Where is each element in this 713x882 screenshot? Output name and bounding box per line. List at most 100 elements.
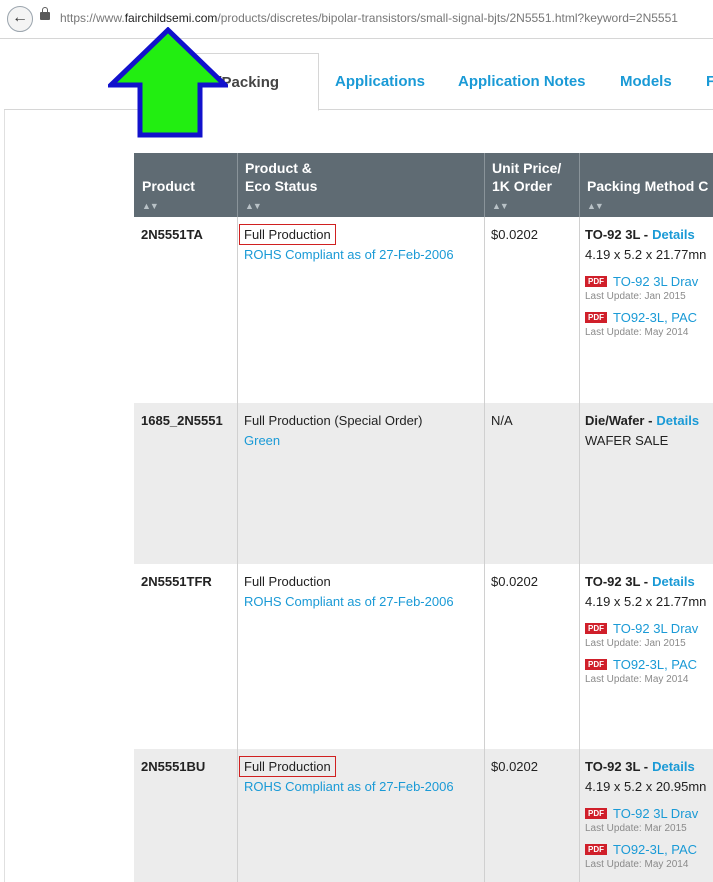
eco-status-link[interactable]: ROHS Compliant as of 27-Feb-2006 bbox=[244, 779, 454, 794]
unit-price: $0.0202 bbox=[491, 759, 538, 774]
status-text: Full Production bbox=[239, 756, 336, 777]
pdf-icon: PDF bbox=[585, 659, 607, 670]
document-item: PDF TO92-3L, PAC Last Update: May 2014 bbox=[585, 657, 697, 685]
table-row: 1685_2N5551 Full Production (Special Ord… bbox=[134, 403, 713, 564]
cell-product: 2N5551TFR bbox=[134, 564, 238, 749]
details-link[interactable]: Details bbox=[652, 227, 695, 242]
eco-status-link[interactable]: Green bbox=[244, 433, 280, 448]
package-dimensions: WAFER SALE bbox=[585, 433, 669, 448]
status-text: Full Production bbox=[239, 224, 336, 245]
cell-packing: TO-92 3L - Details 4.19 x 5.2 x 20.95mn P… bbox=[579, 749, 713, 882]
last-update: Last Update: May 2014 bbox=[585, 674, 689, 685]
up-arrow-annotation bbox=[108, 27, 228, 138]
package-label: Die/Wafer - bbox=[585, 413, 653, 428]
url-path: /products/discretes/bipolar-transistors/… bbox=[217, 11, 678, 25]
pdf-icon: PDF bbox=[585, 808, 607, 819]
last-update: Last Update: May 2014 bbox=[585, 859, 689, 870]
table-row: 2N5551BU Full Production ROHS Compliant … bbox=[134, 749, 713, 882]
package-name: Die/Wafer - Details bbox=[585, 413, 699, 428]
header-label: Packing Method C bbox=[587, 178, 709, 194]
product-number: 2N5551TA bbox=[141, 227, 203, 242]
sort-icon[interactable]: ▲▼ bbox=[142, 201, 159, 211]
cell-price: $0.0202 bbox=[484, 749, 580, 882]
table-row: 2N5551TA Full Production ROHS Compliant … bbox=[134, 217, 713, 403]
cell-status: Full Production ROHS Compliant as of 27-… bbox=[237, 564, 485, 749]
package-dimensions: 4.19 x 5.2 x 21.77mn bbox=[585, 594, 707, 609]
cell-price: $0.0202 bbox=[484, 217, 580, 403]
header-label: Product bbox=[142, 178, 195, 194]
cell-packing: Die/Wafer - Details WAFER SALE bbox=[579, 403, 713, 564]
details-link[interactable]: Details bbox=[656, 413, 699, 428]
tab-application-notes[interactable]: Application Notes bbox=[458, 73, 586, 90]
last-update: Last Update: Mar 2015 bbox=[585, 823, 687, 834]
header-eco-status[interactable]: Product & Eco Status ▲▼ bbox=[237, 153, 485, 217]
tab-more[interactable]: F bbox=[706, 73, 713, 90]
package-name: TO-92 3L - Details bbox=[585, 574, 695, 589]
browser-address-bar[interactable]: ← https://www.fairchildsemi.com/products… bbox=[0, 0, 713, 39]
url-prefix: https://www. bbox=[60, 11, 125, 25]
document-link[interactable]: TO-92 3L Drav bbox=[613, 806, 698, 821]
product-number: 1685_2N5551 bbox=[141, 413, 223, 428]
package-label: TO-92 3L - bbox=[585, 227, 649, 242]
sort-icon[interactable]: ▲▼ bbox=[245, 201, 262, 211]
cell-status: Full Production (Special Order) Green bbox=[237, 403, 485, 564]
package-label: TO-92 3L - bbox=[585, 574, 649, 589]
lock-icon bbox=[40, 7, 50, 20]
package-dimensions: 4.19 x 5.2 x 20.95mn bbox=[585, 779, 707, 794]
table-header: Product ▲▼ Product & Eco Status ▲▼ Unit … bbox=[134, 153, 713, 217]
package-name: TO-92 3L - Details bbox=[585, 759, 695, 774]
unit-price: N/A bbox=[491, 413, 513, 428]
header-product[interactable]: Product ▲▼ bbox=[134, 153, 238, 217]
product-number: 2N5551TFR bbox=[141, 574, 212, 589]
document-item: PDF TO-92 3L Drav Last Update: Jan 2015 bbox=[585, 274, 698, 302]
unit-price: $0.0202 bbox=[491, 227, 538, 242]
document-link[interactable]: TO-92 3L Drav bbox=[613, 274, 698, 289]
pdf-icon: PDF bbox=[585, 276, 607, 287]
document-link[interactable]: TO92-3L, PAC bbox=[613, 310, 697, 325]
cell-packing: TO-92 3L - Details 4.19 x 5.2 x 21.77mn P… bbox=[579, 564, 713, 749]
cell-status: Full Production ROHS Compliant as of 27-… bbox=[237, 217, 485, 403]
document-link[interactable]: TO92-3L, PAC bbox=[613, 657, 697, 672]
document-item: PDF TO92-3L, PAC Last Update: May 2014 bbox=[585, 842, 697, 870]
header-label: Product & Eco Status bbox=[245, 160, 318, 194]
status-text: Full Production bbox=[244, 574, 331, 589]
back-arrow-icon[interactable]: ← bbox=[7, 6, 33, 32]
document-link[interactable]: TO-92 3L Drav bbox=[613, 621, 698, 636]
tab-models[interactable]: Models bbox=[620, 73, 672, 90]
document-item: PDF TO-92 3L Drav Last Update: Mar 2015 bbox=[585, 806, 698, 834]
header-unit-price[interactable]: Unit Price/ 1K Order ▲▼ bbox=[484, 153, 580, 217]
cell-price: $0.0202 bbox=[484, 564, 580, 749]
document-item: PDF TO-92 3L Drav Last Update: Jan 2015 bbox=[585, 621, 698, 649]
package-label: TO-92 3L - bbox=[585, 759, 649, 774]
cell-product: 2N5551TA bbox=[134, 217, 238, 403]
document-item: PDF TO92-3L, PAC Last Update: May 2014 bbox=[585, 310, 697, 338]
status-text: Full Production (Special Order) bbox=[244, 413, 423, 428]
url-text[interactable]: https://www.fairchildsemi.com/products/d… bbox=[60, 11, 678, 25]
cell-product: 2N5551BU bbox=[134, 749, 238, 882]
last-update: Last Update: May 2014 bbox=[585, 327, 689, 338]
url-domain: fairchildsemi.com bbox=[124, 11, 218, 25]
table-row: 2N5551TFR Full Production ROHS Compliant… bbox=[134, 564, 713, 749]
details-link[interactable]: Details bbox=[652, 759, 695, 774]
page-left-edge bbox=[0, 39, 5, 882]
unit-price: $0.0202 bbox=[491, 574, 538, 589]
last-update: Last Update: Jan 2015 bbox=[585, 291, 686, 302]
document-link[interactable]: TO92-3L, PAC bbox=[613, 842, 697, 857]
pdf-icon: PDF bbox=[585, 312, 607, 323]
tab-applications[interactable]: Applications bbox=[335, 73, 425, 90]
sort-icon[interactable]: ▲▼ bbox=[492, 201, 509, 211]
cell-product: 1685_2N5551 bbox=[134, 403, 238, 564]
cell-price: N/A bbox=[484, 403, 580, 564]
eco-status-link[interactable]: ROHS Compliant as of 27-Feb-2006 bbox=[244, 594, 454, 609]
package-name: TO-92 3L - Details bbox=[585, 227, 695, 242]
eco-status-link[interactable]: ROHS Compliant as of 27-Feb-2006 bbox=[244, 247, 454, 262]
pdf-icon: PDF bbox=[585, 623, 607, 634]
last-update: Last Update: Jan 2015 bbox=[585, 638, 686, 649]
sort-icon[interactable]: ▲▼ bbox=[587, 201, 604, 211]
header-packing-method[interactable]: Packing Method C ▲▼ bbox=[579, 153, 713, 217]
header-label: Unit Price/ 1K Order bbox=[492, 160, 562, 194]
details-link[interactable]: Details bbox=[652, 574, 695, 589]
cell-packing: TO-92 3L - Details 4.19 x 5.2 x 21.77mn P… bbox=[579, 217, 713, 403]
product-number: 2N5551BU bbox=[141, 759, 206, 774]
cell-status: Full Production ROHS Compliant as of 27-… bbox=[237, 749, 485, 882]
